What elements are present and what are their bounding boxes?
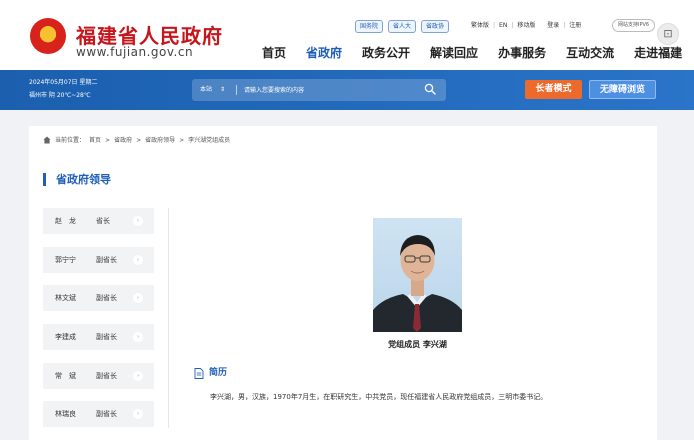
chevron-right-icon: › [133,293,143,303]
bio-text: 李兴湖，男，汉族，1970年7月生，在职研究生，中共党员，现任福建省人民政府党组… [210,393,548,401]
nav-services[interactable]: 办事服务 [498,44,546,61]
column-divider [168,208,169,428]
portrait-image [373,235,462,332]
doc-icon [194,368,204,379]
link-english[interactable]: EN [499,20,507,31]
breadcrumb-home[interactable]: 首页 [89,136,101,146]
search-divider [236,85,237,95]
bio-heading: 简历 [194,367,227,380]
national-emblem-icon[interactable] [30,18,66,54]
badge-guowuyuan[interactable]: 国务院 [355,20,384,33]
chevron-right-icon: › [133,255,143,265]
leader-item[interactable]: 林瑞良 副省长 › [43,401,154,427]
bio-title: 简历 [209,368,228,378]
link-mobile[interactable]: 移动版 [517,20,535,31]
nav-gov-affairs[interactable]: 政务公开 [362,44,410,61]
nav-provincial-gov[interactable]: 省政府 [306,44,342,61]
chevron-right-icon: › [133,371,143,381]
badge-shengzhengxie[interactable]: 省政协 [421,20,450,33]
search-scope-select[interactable]: 本站 [200,84,212,95]
breadcrumb-sep: > [136,137,142,144]
current-date: 2024年05月07日 星期二 [29,79,98,86]
breadcrumb-sep: > [105,137,111,144]
separator: | [563,22,566,29]
scope-arrow-icon[interactable]: ⇕ [220,84,225,95]
leader-title: 副省长 [96,333,117,341]
leader-title: 副省长 [96,410,117,418]
accessible-browse-button[interactable]: 无障碍浏览 [589,80,656,99]
link-login[interactable]: 登录 [547,20,559,31]
leader-name: 常 斌 [55,372,76,380]
weather-info: 福州市 阴 20℃~28℃ [29,92,91,99]
leader-item[interactable]: 林文斌 副省长 › [43,285,154,311]
top-badges: 国务院 省人大 省政协 [355,20,450,33]
leader-name: 林文斌 [55,294,76,302]
chevron-right-icon: › [133,216,143,226]
leader-name: 郭宁宁 [55,256,76,264]
leader-item[interactable]: 赵 龙 省长 › [43,208,154,234]
leader-item[interactable]: 李建成 副省长 › [43,324,154,350]
site-url: www.fujian.gov.cn [76,45,194,59]
breadcrumb-provincial-gov[interactable]: 省政府 [114,136,132,146]
nav-home[interactable]: 首页 [262,44,286,61]
home-icon [43,136,51,144]
chevron-right-icon: › [133,332,143,342]
section-title: 省政府领导 [43,173,111,186]
elder-mode-button[interactable]: 长者模式 [525,80,582,99]
leader-item[interactable]: 常 斌 副省长 › [43,363,154,389]
breadcrumb-current: 李兴湖党组成员 [188,137,231,144]
link-traditional[interactable]: 繁体版 [471,20,489,31]
leader-item[interactable]: 郭宁宁 副省长 › [43,247,154,273]
link-register[interactable]: 注册 [569,20,581,31]
leader-title: 副省长 [96,294,117,302]
breadcrumb-sep: > [179,137,185,144]
search-icon[interactable] [424,83,436,95]
separator: | [493,22,496,29]
search-input[interactable] [244,82,414,98]
leader-title: 省长 [96,217,110,225]
leader-name: 林瑞良 [55,410,76,418]
breadcrumb: 当前位置： 首页 > 省政府 > 省政府领导 > 李兴湖党组成员 [43,136,230,146]
chevron-right-icon: › [133,409,143,419]
main-nav: 首页 省政府 政务公开 解读回应 办事服务 互动交流 走进福建 [262,44,682,61]
nav-about-fujian[interactable]: 走进福建 [634,44,682,61]
nav-interaction[interactable]: 互动交流 [566,44,614,61]
breadcrumb-label: 当前位置： [55,137,86,144]
separator: | [511,22,514,29]
badge-shengrenda[interactable]: 省人大 [388,20,417,33]
leader-name: 赵 龙 [55,217,76,225]
leader-name: 李建成 [55,333,76,341]
breadcrumb-leaders[interactable]: 省政府领导 [145,136,175,146]
leader-title: 副省长 [96,372,117,380]
leader-portrait [373,218,462,332]
nav-interpretation[interactable]: 解读回应 [430,44,478,61]
top-links: 繁体版 | EN | 移动版 登录 | 注册 [471,20,581,31]
leader-title: 副省长 [96,256,117,264]
portrait-caption: 党组成员 李兴湖 [388,340,447,349]
side-panel-icon[interactable]: ⊡ [657,23,679,45]
ipv6-badge: 网站支持IPV6 [612,19,656,32]
